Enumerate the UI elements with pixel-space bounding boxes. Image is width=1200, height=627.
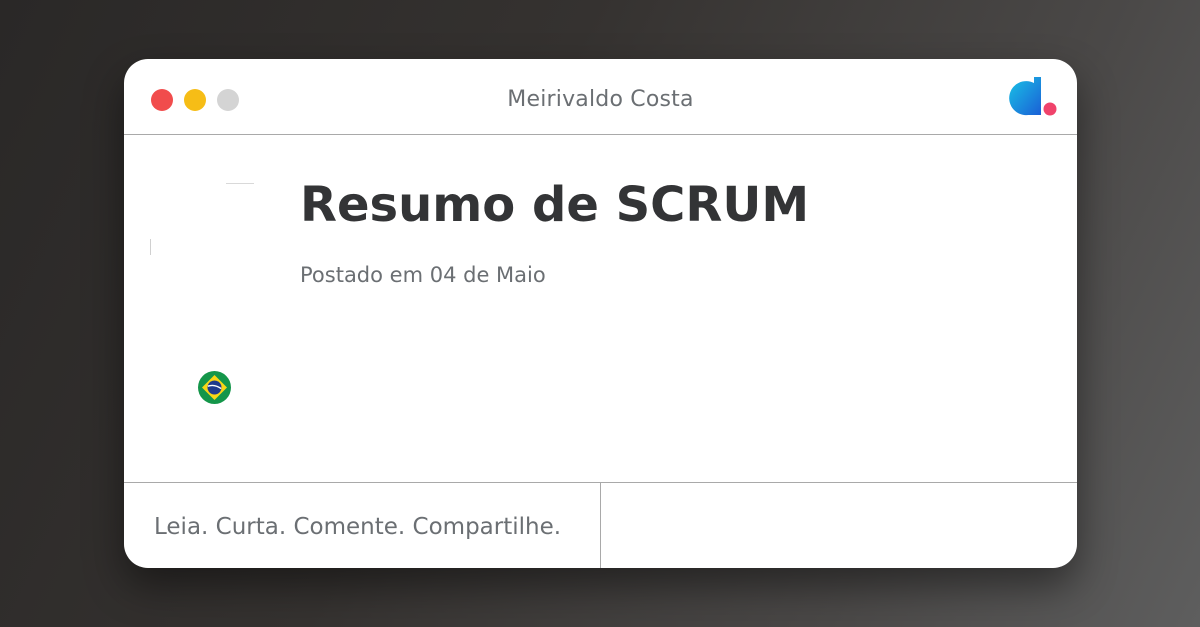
avatar-border: [150, 239, 151, 255]
window-title: Meirivaldo Costa: [507, 87, 694, 112]
card-footer: Leia. Curta. Comente. Compartilhe.: [124, 482, 1077, 568]
footer-tagline: Leia. Curta. Comente. Compartilhe.: [154, 514, 562, 540]
footer-divider: [600, 483, 601, 568]
post-card-window: Meirivaldo Costa Resumo de SCRUM Postado…: [124, 59, 1077, 568]
author-avatar[interactable]: [150, 183, 278, 311]
brazil-flag-icon: [198, 371, 231, 404]
post-content: Resumo de SCRUM Postado em 04 de Maio: [124, 135, 1077, 482]
post-date: Postado em 04 de Maio: [300, 263, 546, 287]
dio-logo-icon: [1009, 77, 1057, 116]
window-titlebar: Meirivaldo Costa: [124, 59, 1077, 135]
post-title[interactable]: Resumo de SCRUM: [300, 177, 809, 233]
avatar-border: [226, 183, 254, 184]
